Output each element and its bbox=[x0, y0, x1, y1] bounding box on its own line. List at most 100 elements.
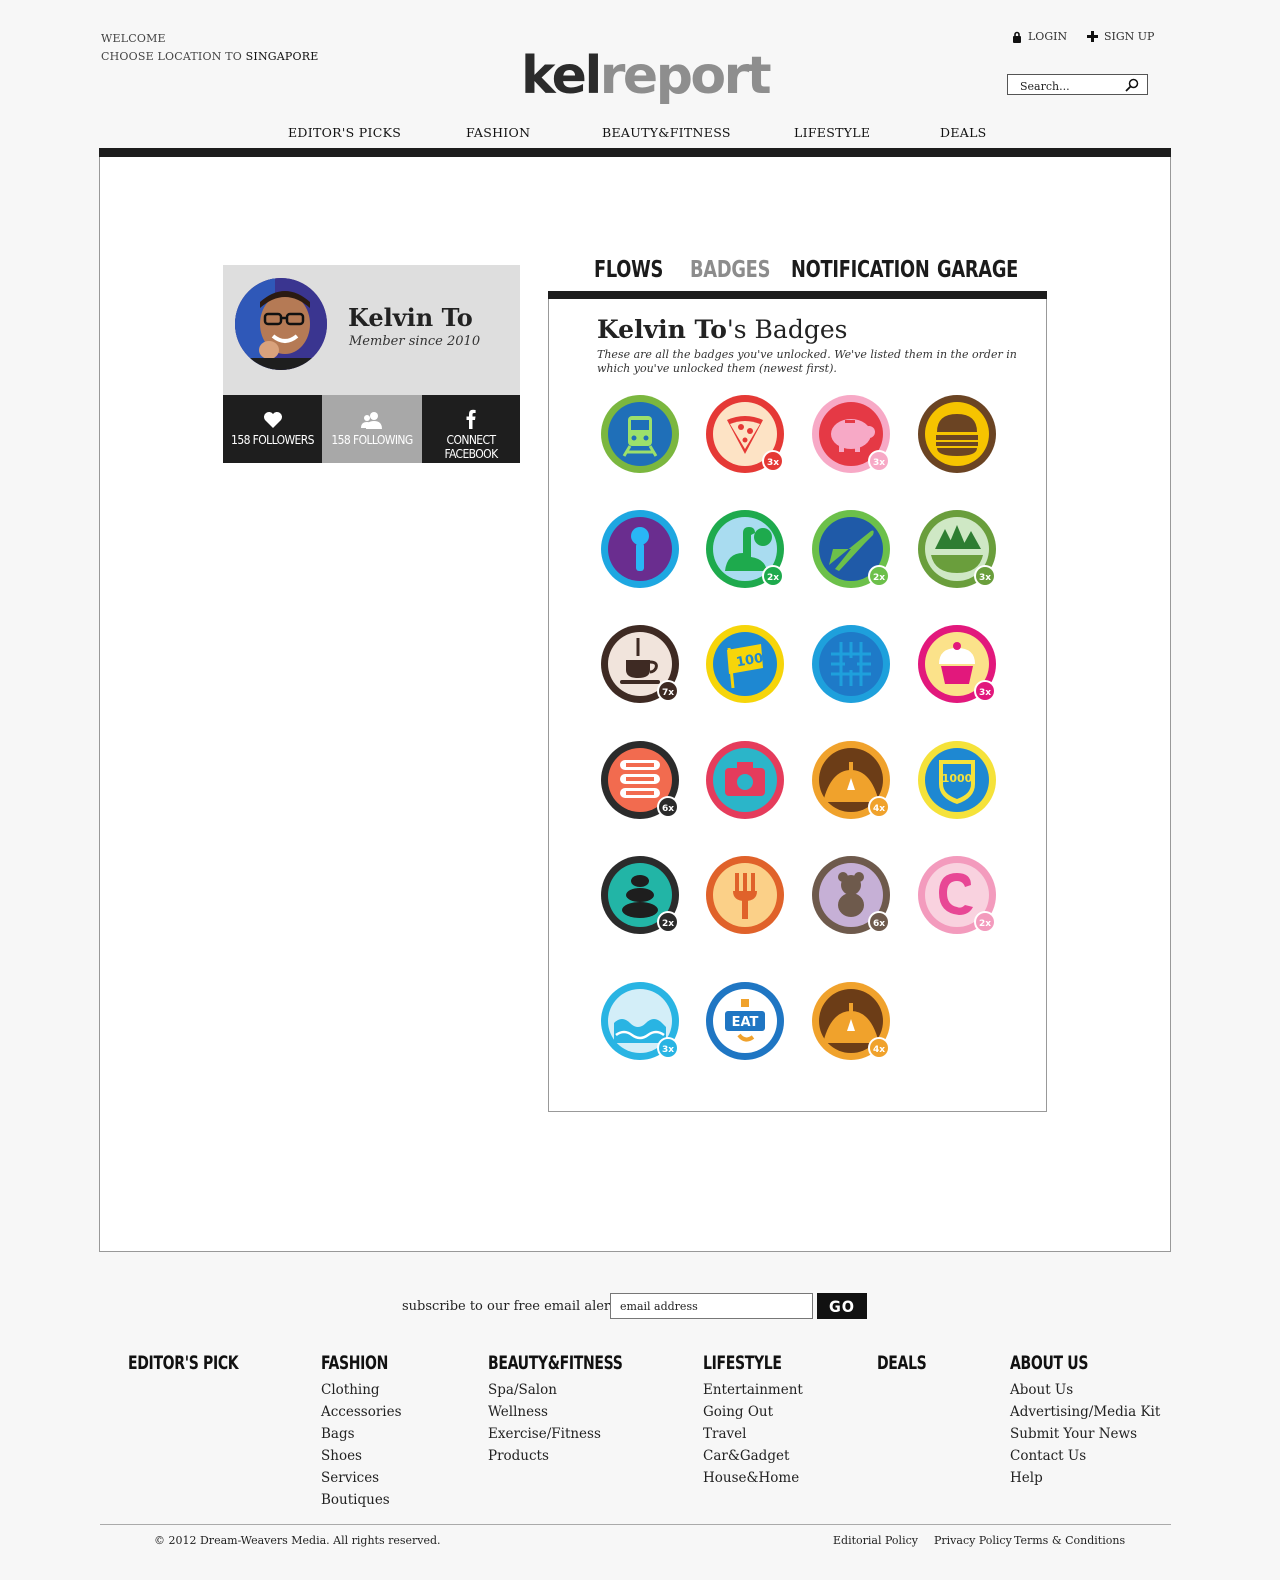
footer-heading[interactable]: LIFESTYLE bbox=[703, 1352, 785, 1379]
footer-link[interactable]: Going Out bbox=[703, 1401, 803, 1423]
badge-count: 4x bbox=[873, 1045, 885, 1055]
footer-heading[interactable]: BEAUTY&FITNESS bbox=[488, 1352, 623, 1379]
site-logo[interactable]: kelreport bbox=[521, 46, 772, 106]
shield-1000-icon[interactable]: 1000 bbox=[917, 740, 997, 820]
footer-heading[interactable]: FASHION bbox=[321, 1352, 388, 1379]
search-icon[interactable] bbox=[1125, 77, 1139, 96]
tab-garage[interactable]: GARAGE bbox=[937, 257, 1018, 283]
piggy-bank-icon[interactable]: 3x bbox=[811, 394, 891, 474]
footer-link[interactable]: Clothing bbox=[321, 1379, 403, 1401]
signup-link[interactable]: SIGN UP bbox=[1087, 30, 1154, 43]
location-prefix: CHOOSE LOCATION TO bbox=[101, 50, 246, 63]
wave-icon[interactable]: 3x bbox=[600, 981, 680, 1061]
badges-title-name: Kelvin To bbox=[597, 315, 727, 344]
train-icon[interactable] bbox=[600, 394, 680, 474]
stones-icon[interactable]: 2x bbox=[600, 855, 680, 935]
shrimp-icon[interactable]: 2x bbox=[917, 855, 997, 935]
svg-text:1000: 1000 bbox=[942, 772, 973, 785]
cupcake-icon[interactable]: 3x bbox=[917, 624, 997, 704]
footer-heading[interactable]: DEALS bbox=[877, 1352, 927, 1379]
footer-link[interactable]: Travel bbox=[703, 1423, 803, 1445]
location-selector[interactable]: CHOOSE LOCATION TO SINGAPORE bbox=[101, 48, 318, 66]
followers-label: 158 FOLLOWERS bbox=[231, 433, 314, 447]
heart-icon bbox=[223, 395, 322, 433]
footer-heading[interactable]: EDITOR'S PICK bbox=[128, 1352, 239, 1379]
footer-link[interactable]: Help bbox=[1010, 1467, 1160, 1489]
footer-link[interactable]: Entertainment bbox=[703, 1379, 803, 1401]
footer-link[interactable]: House&Home bbox=[703, 1467, 803, 1489]
footer-col-fashion: FASHION Clothing Accessories Bags Shoes … bbox=[321, 1352, 403, 1511]
plus-icon bbox=[1087, 31, 1098, 42]
dinosaur-icon[interactable]: 2x bbox=[705, 509, 785, 589]
hill-icon[interactable]: 4x bbox=[811, 740, 891, 820]
profile-name: Kelvin To bbox=[348, 303, 473, 332]
logo-report: report bbox=[599, 46, 772, 106]
followers-button[interactable]: 158 FOLLOWERS bbox=[223, 395, 322, 463]
lock-icon bbox=[1012, 31, 1022, 43]
microphone-icon[interactable] bbox=[600, 509, 680, 589]
eat-sign-icon[interactable]: EAT bbox=[705, 981, 785, 1061]
footer-link[interactable]: Contact Us bbox=[1010, 1445, 1160, 1467]
copyright: © 2012 Dream-Weavers Media. All rights r… bbox=[154, 1534, 441, 1547]
nav-lifestyle[interactable]: LIFESTYLE bbox=[794, 125, 870, 140]
footer-col-lifestyle: LIFESTYLE Entertainment Going Out Travel… bbox=[703, 1352, 803, 1489]
go-button[interactable]: GO bbox=[817, 1293, 867, 1319]
footer-link[interactable]: Services bbox=[321, 1467, 403, 1489]
footer-link[interactable]: Car&Gadget bbox=[703, 1445, 803, 1467]
footer-link[interactable]: Products bbox=[488, 1445, 652, 1467]
badge-count: 3x bbox=[873, 458, 885, 468]
footer-link[interactable]: Spa/Salon bbox=[488, 1379, 652, 1401]
badge-count: 4x bbox=[873, 804, 885, 814]
camera-icon[interactable] bbox=[705, 740, 785, 820]
connect-facebook-button[interactable]: CONNECT FACEBOOK bbox=[422, 395, 520, 463]
privacy-policy-link[interactable]: Privacy Policy bbox=[934, 1534, 1012, 1547]
badge-count: 2x bbox=[767, 573, 779, 583]
nav-fashion[interactable]: FASHION bbox=[466, 125, 530, 140]
footer-link[interactable]: Advertising/Media Kit bbox=[1010, 1401, 1160, 1423]
footer-heading[interactable]: ABOUT US bbox=[1010, 1352, 1133, 1379]
following-button[interactable]: 158 FOLLOWING bbox=[322, 395, 422, 463]
footer-divider bbox=[100, 1524, 1171, 1525]
facebook-icon bbox=[422, 395, 520, 433]
badge-count: 6x bbox=[873, 919, 885, 929]
login-link[interactable]: LOGIN bbox=[1012, 30, 1067, 43]
search-input[interactable] bbox=[1008, 77, 1118, 96]
nav-beauty-fitness[interactable]: BEAUTY&FITNESS bbox=[602, 125, 731, 140]
footer-link[interactable]: Bags bbox=[321, 1423, 403, 1445]
hill-icon[interactable]: 4x bbox=[811, 981, 891, 1061]
search-box bbox=[1007, 74, 1148, 96]
footer-link[interactable]: About Us bbox=[1010, 1379, 1160, 1401]
tab-notification[interactable]: NOTIFICATION bbox=[791, 257, 930, 283]
footer-link[interactable]: Exercise/Fitness bbox=[488, 1423, 652, 1445]
terms-conditions-link[interactable]: Terms & Conditions bbox=[1014, 1534, 1125, 1547]
footer-link[interactable]: Wellness bbox=[488, 1401, 652, 1423]
grid-pattern-icon[interactable] bbox=[811, 624, 891, 704]
avatar[interactable] bbox=[235, 278, 327, 370]
footer-link[interactable]: Boutiques bbox=[321, 1489, 403, 1511]
burger-icon[interactable] bbox=[917, 394, 997, 474]
bear-icon[interactable]: 6x bbox=[811, 855, 891, 935]
tab-badges[interactable]: BADGES bbox=[690, 257, 770, 283]
nav-deals[interactable]: DEALS bbox=[940, 125, 987, 140]
email-field[interactable] bbox=[611, 1294, 812, 1318]
tab-flows[interactable]: FLOWS bbox=[594, 257, 663, 283]
svg-text:EAT: EAT bbox=[732, 1015, 759, 1030]
footer-link[interactable]: Accessories bbox=[321, 1401, 403, 1423]
editorial-policy-link[interactable]: Editorial Policy bbox=[833, 1534, 918, 1547]
fork-icon[interactable] bbox=[705, 855, 785, 935]
flag-100-icon[interactable]: 100 bbox=[705, 624, 785, 704]
header-divider bbox=[99, 148, 1171, 157]
following-label: 158 FOLLOWING bbox=[331, 433, 413, 447]
trees-icon[interactable]: 3x bbox=[917, 509, 997, 589]
nav-editors-picks[interactable]: EDITOR'S PICKS bbox=[288, 125, 401, 140]
login-label: LOGIN bbox=[1028, 30, 1068, 43]
tab-underline bbox=[548, 291, 1047, 299]
pizza-icon[interactable]: 3x bbox=[705, 394, 785, 474]
location-value[interactable]: SINGAPORE bbox=[246, 50, 319, 63]
email-field-wrap bbox=[610, 1293, 813, 1319]
footer-link[interactable]: Shoes bbox=[321, 1445, 403, 1467]
airplane-icon[interactable]: 2x bbox=[811, 509, 891, 589]
footer-link[interactable]: Submit Your News bbox=[1010, 1423, 1160, 1445]
sushi-icon[interactable]: 6x bbox=[600, 740, 680, 820]
coffee-icon[interactable]: 7x bbox=[600, 624, 680, 704]
